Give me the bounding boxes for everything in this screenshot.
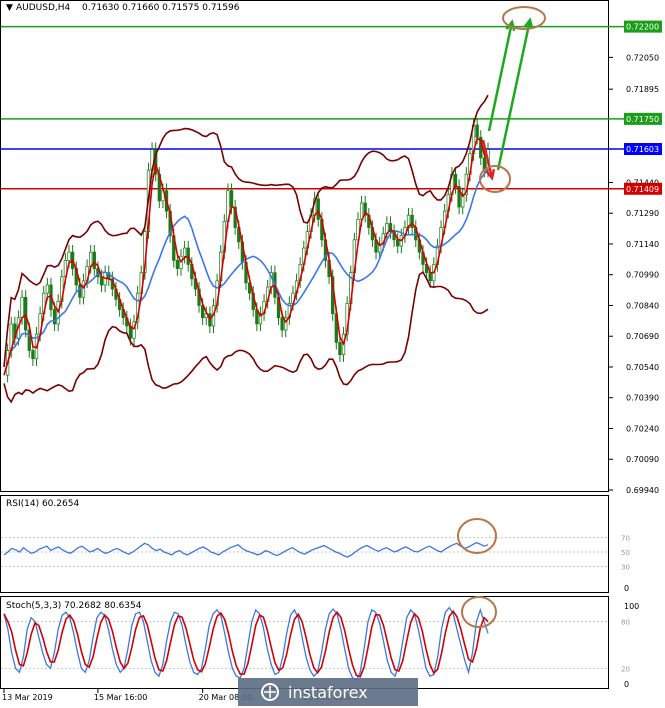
stoch-tick-label: 0 — [624, 680, 629, 689]
level-tag-label: 0.71750 — [626, 115, 659, 124]
watermark-logo: instaforex — [238, 678, 418, 706]
stoch-label: Stoch(5,3,3) 70.2682 80.6354 — [6, 601, 142, 611]
price-tick-label: 0.70390 — [626, 394, 659, 403]
date-tick-label: 13 Mar 2019 — [2, 693, 53, 702]
price-tick-label: 0.69940 — [626, 486, 659, 495]
price-tick-label: 0.70540 — [626, 363, 659, 372]
price-tick-label: 0.70240 — [626, 424, 659, 433]
rsi-panel — [0, 495, 609, 593]
price-axis: 0.720500.718950.714400.712900.711400.709… — [609, 20, 662, 495]
candle-body — [280, 317, 284, 331]
candle-body — [316, 198, 320, 220]
candle-body — [182, 247, 187, 257]
symbol-info: AUDUSD,H4 — [16, 3, 71, 13]
candle-body — [24, 296, 28, 331]
stoch-tick-label: 20 — [621, 665, 630, 673]
rsi-tick-label: 50 — [621, 549, 630, 557]
watermark-text: instaforex — [288, 683, 368, 702]
candle-body — [175, 260, 180, 269]
rsi-tick-label: 70 — [621, 535, 630, 543]
price-tick-label: 0.70990 — [626, 271, 659, 280]
candle-body — [20, 296, 24, 319]
candle-body — [338, 342, 342, 356]
price-tick-label: 0.70690 — [626, 332, 659, 341]
rsi-tick-label: 0 — [624, 584, 629, 593]
price-tick-label: 0.70840 — [626, 301, 659, 310]
rsi-label: RSI(14) 60.2654 — [6, 499, 79, 509]
candle-body — [78, 284, 82, 298]
rsi-tick-label: 30 — [621, 563, 630, 571]
date-tick-label: 15 Mar 16:00 — [94, 693, 147, 702]
candle-body — [67, 251, 71, 261]
level-tag-label: 0.72200 — [626, 23, 659, 32]
candle-body — [92, 251, 96, 269]
ohlc-values: 0.71630 0.71660 0.71575 0.71596 — [82, 3, 240, 13]
candle-body — [475, 124, 479, 138]
price-tick-label: 0.72050 — [626, 53, 659, 62]
level-tag-label: 0.71409 — [626, 185, 659, 194]
price-tick-label: 0.71140 — [626, 240, 659, 249]
candle-body — [410, 214, 414, 228]
level-tag-label: 0.71603 — [626, 145, 659, 154]
stoch-tick-label: 100 — [624, 602, 639, 611]
price-tick-label: 0.71895 — [626, 85, 659, 94]
candle-body — [81, 280, 86, 298]
candle-body — [428, 272, 432, 282]
forex-chart: 7050300 10080200 0.720500.718950.714400.… — [0, 0, 662, 706]
candle-body — [229, 190, 234, 208]
collapse-triangle-icon[interactable]: ▼ — [6, 3, 13, 13]
candle-body — [396, 239, 400, 247]
stoch-tick-label: 80 — [621, 619, 630, 627]
candle-body — [45, 284, 49, 294]
candle-body — [31, 350, 35, 360]
price-tick-label: 0.70090 — [626, 455, 659, 464]
price-tick-label: 0.71290 — [626, 209, 659, 218]
